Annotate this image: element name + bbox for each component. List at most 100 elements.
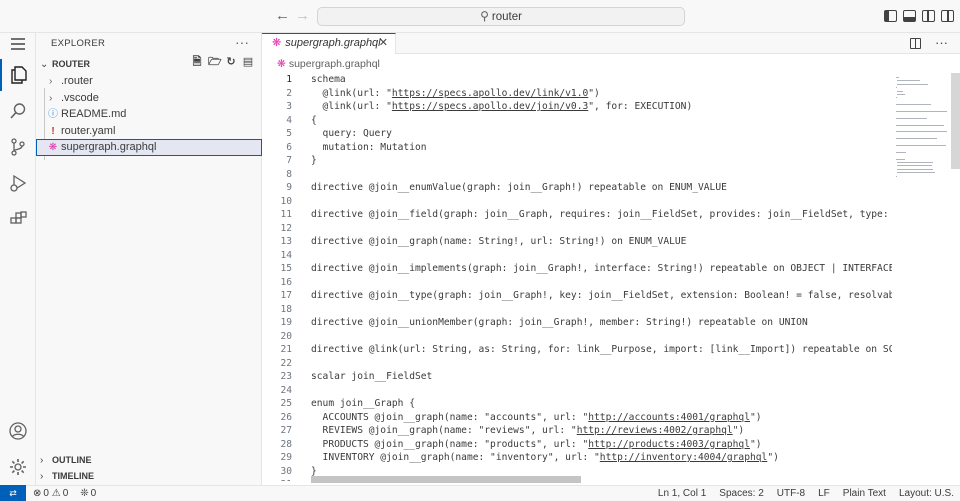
line-number: 28 [280, 438, 292, 450]
minimap-line [896, 151, 907, 153]
toggle-primary-sidebar-icon[interactable] [884, 10, 897, 22]
horizontal-scrollbar[interactable] [311, 476, 581, 483]
outline-section-header[interactable]: › OUTLINE [36, 452, 262, 469]
code-line[interactable]: 26 ACCOUNTS @join__graph(name: "accounts… [262, 411, 892, 425]
arrow-left-icon[interactable]: ← [275, 8, 290, 24]
code-line[interactable]: 7} [262, 154, 892, 168]
code-line[interactable]: 3 @link(url: "https://specs.apollo.dev/j… [262, 100, 892, 114]
indentation[interactable]: Spaces: 2 [719, 486, 763, 501]
code-line[interactable]: 27 REVIEWS @join__graph(name: "reviews",… [262, 424, 892, 438]
code-line[interactable]: 14 [262, 249, 892, 263]
code-line[interactable]: 22 [262, 357, 892, 371]
more-actions-icon[interactable]: ··· [935, 36, 948, 50]
tree-item-label: .vscode [61, 92, 99, 104]
explorer-sidebar: EXPLORER ··· ⌄ ROUTER 🗎 🗁 ↻ ▤ › .router ›… [36, 33, 262, 485]
command-center-search[interactable]: ⚲ router [317, 7, 685, 26]
close-icon[interactable]: ✕ [379, 34, 388, 53]
extensions-icon[interactable] [0, 203, 36, 235]
source-control-icon[interactable] [0, 131, 36, 163]
code-line[interactable]: 13 directive @join__graph(name: String!, … [262, 235, 892, 249]
tree-item-vscode-folder[interactable]: › .vscode [36, 90, 262, 107]
code-line[interactable]: 5 query: Query [262, 127, 892, 141]
code-line[interactable]: 28 PRODUCTS @join__graph(name: "products… [262, 438, 892, 452]
end-of-line[interactable]: LF [818, 486, 830, 501]
code-line[interactable]: 16 [262, 276, 892, 290]
minimap[interactable] [892, 73, 951, 185]
line-number: 19 [280, 317, 292, 328]
minimap-line [896, 145, 947, 146]
code-line[interactable]: 4{ [262, 114, 892, 128]
remote-indicator-icon[interactable]: ⇄ [0, 485, 26, 501]
code-line[interactable]: 15 directive @join__implements(graph: joi… [262, 262, 892, 276]
new-file-icon[interactable]: 🗎 [191, 56, 203, 68]
minimap-line [896, 94, 906, 95]
ports-indicator[interactable]: ❊ 0 [80, 486, 96, 501]
tab-supergraph-graphql[interactable]: ❋ supergraph.graphql ✕ [262, 33, 396, 54]
account-icon[interactable] [0, 415, 36, 447]
command-center-label: router [491, 11, 522, 23]
code-line[interactable]: 18 [262, 303, 892, 317]
tree-item-supergraph[interactable]: ❋ supergraph.graphql [36, 139, 262, 156]
line-number: 10 [280, 195, 292, 207]
line-number: 3 [286, 101, 292, 112]
minimap-line [896, 172, 935, 174]
code-line[interactable]: 10 [262, 195, 892, 209]
tree-item-router-yaml[interactable]: ! router.yaml [36, 123, 262, 140]
explorer-files-icon[interactable] [0, 59, 36, 91]
code-text: INVENTORY @join__graph(name: "inventory"… [311, 452, 779, 463]
layout-controls [884, 10, 954, 22]
new-folder-icon[interactable]: 🗁 [208, 56, 222, 68]
code-line[interactable]: 29 INVENTORY @join__graph(name: "invento… [262, 451, 892, 465]
code-text: mutation: Mutation [311, 141, 427, 153]
vertical-scrollbar[interactable] [951, 73, 960, 169]
code-line[interactable]: 11 directive @join__field(graph: join__Gr… [262, 208, 892, 222]
code-text: directive @join__unionMember(graph: join… [311, 317, 808, 328]
tree-item-router-folder[interactable]: › .router [36, 73, 262, 90]
refresh-icon[interactable]: ↻ [225, 56, 237, 68]
folder-header-router[interactable]: ⌄ ROUTER 🗎 🗁 ↻ ▤ [36, 56, 262, 73]
keyboard-layout[interactable]: Layout: U.S. [899, 486, 954, 501]
code-line[interactable]: 24 [262, 384, 892, 398]
split-editor-icon[interactable] [910, 38, 921, 49]
customize-layout-icon[interactable] [941, 10, 954, 22]
tree-item-readme[interactable]: ⓘ README.md [36, 106, 262, 123]
settings-gear-icon[interactable] [0, 451, 36, 483]
code-editor[interactable]: 1 schema 2 @link(url: "https://specs.apoll… [262, 73, 892, 481]
code-text: query: Query [311, 128, 392, 139]
line-number: 24 [280, 384, 292, 396]
code-line[interactable]: 19 directive @join__unionMember(graph: jo… [262, 316, 892, 330]
line-number: 22 [280, 357, 292, 369]
outline-label: OUTLINE [52, 455, 92, 465]
folder-actions: 🗎 🗁 ↻ ▤ [191, 56, 254, 68]
toggle-panel-icon[interactable] [903, 10, 916, 22]
sidebar-title: EXPLORER [51, 38, 106, 49]
breadcrumb[interactable]: ❋ supergraph.graphql [262, 55, 960, 73]
code-line[interactable]: 8 [262, 168, 892, 182]
code-line[interactable]: 2 @link(url: "https://specs.apollo.dev/l… [262, 87, 892, 101]
problems-indicator[interactable]: ⊗ 0 ⚠ 0 [33, 486, 68, 501]
collapse-all-icon[interactable]: ▤ [242, 56, 254, 68]
code-line[interactable]: 6 mutation: Mutation [262, 141, 892, 155]
run-debug-icon[interactable] [0, 167, 36, 199]
more-actions-icon[interactable]: ··· [235, 34, 249, 50]
arrow-right-icon[interactable]: → [295, 8, 310, 24]
code-line[interactable]: 12 [262, 222, 892, 236]
line-number: 30 [280, 465, 292, 477]
encoding[interactable]: UTF-8 [777, 486, 805, 501]
code-line[interactable]: 23 scalar join__FieldSet [262, 370, 892, 384]
menu-icon[interactable] [0, 28, 36, 60]
toggle-secondary-sidebar-icon[interactable] [922, 10, 935, 22]
code-line[interactable]: 17 directive @join__type(graph: join__Gra… [262, 289, 892, 303]
timeline-section-header[interactable]: › TIMELINE [36, 468, 262, 485]
line-number: 16 [280, 276, 292, 288]
code-line[interactable]: 20 [262, 330, 892, 344]
search-icon[interactable] [0, 95, 36, 127]
code-line[interactable]: 25 enum join__Graph { [262, 397, 892, 411]
code-line[interactable]: 9 directive @join__enumValue(graph: join_… [262, 181, 892, 195]
cursor-position[interactable]: Ln 1, Col 1 [658, 486, 706, 501]
code-line[interactable]: 1 schema [262, 73, 892, 87]
minimap-line [896, 77, 899, 78]
code-line[interactable]: 21 directive @link(url: String, as: Strin… [262, 343, 892, 357]
language-mode[interactable]: Plain Text [843, 486, 886, 501]
line-number: 27 [280, 425, 292, 436]
